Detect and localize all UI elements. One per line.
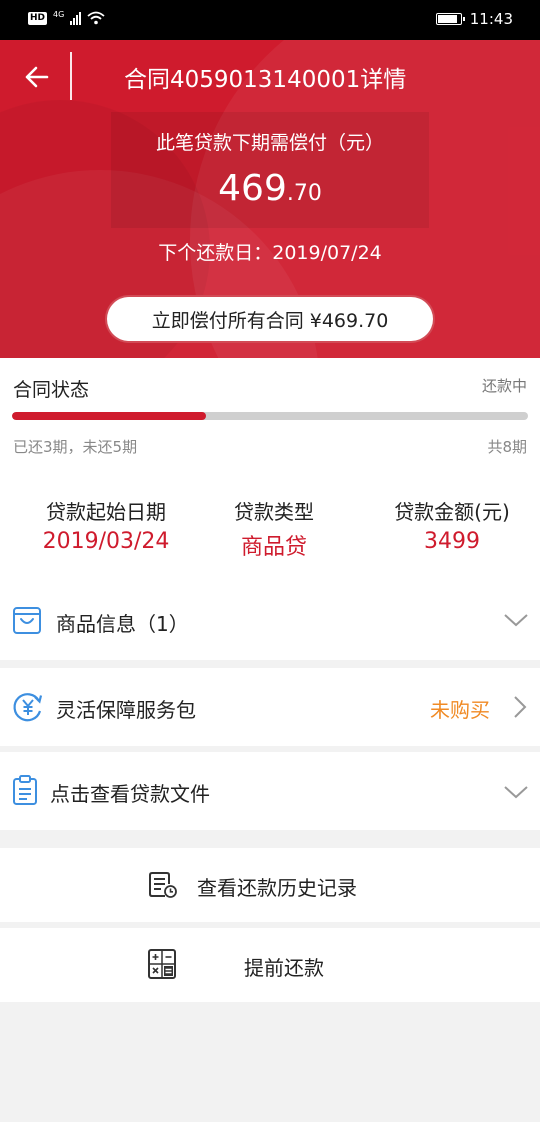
history-document-icon xyxy=(149,872,177,898)
loan-documents-label: 点击查看贷款文件 xyxy=(50,782,210,806)
shopping-bag-icon xyxy=(13,607,41,634)
amount-decimal: .70 xyxy=(286,181,322,206)
loan-documents-row[interactable]: 点击查看贷款文件 xyxy=(0,752,540,830)
network-type-label: 4G xyxy=(53,10,65,19)
yuan-refresh-icon xyxy=(13,693,43,722)
next-payment-amount: 469.70 xyxy=(0,168,540,209)
calculator-icon xyxy=(148,949,176,979)
loan-type-value: 商品贷 xyxy=(240,535,307,560)
chevron-right-icon[interactable] xyxy=(512,695,528,719)
wifi-icon xyxy=(87,11,105,25)
page-title: 合同4059013140001详情 xyxy=(124,67,407,93)
amount-integer: 469 xyxy=(218,168,287,209)
service-pack-row[interactable]: 灵活保障服务包 未购买 xyxy=(0,668,540,746)
pay-all-contracts-button[interactable]: 立即偿付所有合同 ¥469.70 xyxy=(107,297,433,341)
hd-badge: HD xyxy=(28,11,48,25)
contract-status-value: 还款中 xyxy=(481,377,527,395)
repayment-progress-text: 已还3期，未还5期 xyxy=(13,438,138,456)
loan-amount-label: 贷款金额(元) xyxy=(394,500,510,524)
back-arrow-icon[interactable] xyxy=(20,60,54,94)
service-pack-status: 未购买 xyxy=(430,698,490,722)
prepay-row[interactable]: 提前还款 xyxy=(0,928,540,1002)
chevron-down-icon[interactable] xyxy=(503,612,529,628)
repayment-progress-bar xyxy=(12,412,528,420)
contract-status-label: 合同状态 xyxy=(13,379,90,401)
repayment-history-row[interactable]: 查看还款历史记录 xyxy=(0,848,540,922)
loan-amount-value: 3499 xyxy=(424,529,480,554)
chevron-down-icon[interactable] xyxy=(503,784,529,800)
loan-start-date-value: 2019/03/24 xyxy=(42,529,170,554)
header-divider xyxy=(70,52,72,100)
status-bar: HD 4G 11:43 xyxy=(0,0,540,40)
payment-header: 合同4059013140001详情 此笔贷款下期需偿付（元） 469.70 下个… xyxy=(0,40,540,358)
clock: 11:43 xyxy=(469,10,513,28)
service-pack-label: 灵活保障服务包 xyxy=(56,698,196,722)
clipboard-icon xyxy=(13,775,37,805)
repayment-progress-fill xyxy=(12,412,206,420)
battery-icon xyxy=(435,13,465,25)
total-periods-text: 共8期 xyxy=(487,438,527,456)
goods-info-label[interactable]: 商品信息（1） xyxy=(56,608,189,637)
loan-type-label: 贷款类型 xyxy=(234,500,314,524)
loan-amount: 贷款金额(元) 3499 xyxy=(370,496,534,554)
loan-type: 贷款类型 商品贷 xyxy=(200,496,348,561)
loan-start-date: 贷款起始日期 2019/03/24 xyxy=(13,496,199,554)
prepay-label: 提前还款 xyxy=(244,956,324,980)
next-payment-caption: 此笔贷款下期需偿付（元） xyxy=(155,132,384,154)
next-due-date: 下个还款日：2019/07/24 xyxy=(158,242,382,264)
signal-icon xyxy=(70,11,82,25)
loan-start-date-label: 贷款起始日期 xyxy=(46,500,166,524)
contract-status-card: 合同状态 还款中 已还3期，未还5期 共8期 贷款起始日期 2019/03/24… xyxy=(0,358,540,660)
repayment-history-label: 查看还款历史记录 xyxy=(197,876,357,900)
